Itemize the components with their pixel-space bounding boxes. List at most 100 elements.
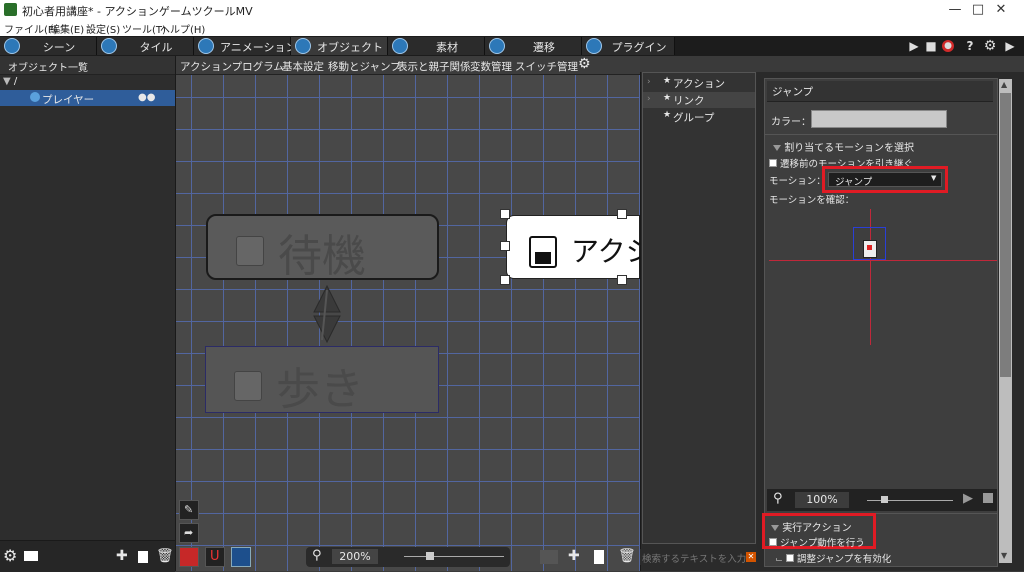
motion-dropdown[interactable]: ジャンプ ▼: [828, 172, 942, 188]
trash-icon[interactable]: 🗑: [156, 549, 174, 563]
link-arrows[interactable]: [310, 284, 344, 344]
object-list-header: オブジェクト一覧: [0, 56, 175, 75]
object-list-toolbar: ⚙ ✚ 🗑: [0, 540, 175, 572]
list-item-action[interactable]: › ★ アクション: [643, 75, 755, 91]
motion-section-header[interactable]: 割り当てるモーションを選択: [773, 139, 914, 154]
tab-scene[interactable]: シーン: [0, 37, 97, 55]
checkbox[interactable]: [769, 159, 777, 167]
checkbox[interactable]: [769, 538, 777, 546]
settings-gear-icon[interactable]: ⚙: [3, 548, 17, 564]
zoom-slider[interactable]: [404, 556, 504, 557]
resize-handle[interactable]: [617, 275, 627, 285]
scroll-down-icon[interactable]: ▼: [1001, 551, 1007, 560]
search-bar: 検索するテキストを入力 ✕: [640, 549, 756, 565]
add-folder-icon[interactable]: ✚: [116, 549, 128, 563]
tab-animation[interactable]: アニメーション: [194, 37, 297, 55]
play-scene-icon[interactable]: ▶: [906, 38, 922, 54]
menu-edit[interactable]: 編集(E): [50, 21, 84, 36]
stop-icon[interactable]: ■: [923, 38, 939, 54]
link-tool-icon[interactable]: ➦: [179, 523, 199, 543]
main-tab-bar: シーン タイル アニメーション オブジェクト 素材 遷移 プラグイン: [0, 36, 1024, 56]
collapse-arrow-icon: [773, 145, 781, 151]
record-icon[interactable]: ●: [942, 40, 954, 52]
action-node-walk[interactable]: 歩き: [205, 346, 439, 415]
magnet-icon[interactable]: U: [205, 547, 225, 567]
motion-preview[interactable]: [769, 207, 997, 347]
zoom-slider-thumb[interactable]: [426, 552, 434, 560]
expand-arrow-icon[interactable]: ▼: [3, 76, 11, 87]
tree-root[interactable]: ▼ /: [3, 76, 17, 87]
object-list-panel: オブジェクト一覧 ▼ / プレイヤー ●● ⚙ ✚ 🗑: [0, 56, 176, 572]
tile-icon: [101, 38, 117, 54]
folder-icon[interactable]: [24, 551, 38, 561]
action-node-selected[interactable]: アクシ: [506, 215, 640, 279]
subtab-action-program[interactable]: アクションプログラム: [180, 59, 284, 74]
menu-help[interactable]: ヘルプ(H): [160, 21, 205, 36]
subtab-variables[interactable]: 変数管理: [470, 59, 512, 74]
clear-search-icon[interactable]: ✕: [746, 552, 756, 562]
highlight-motion: ジャンプ ▼: [822, 166, 948, 193]
dropdown-arrow-icon: ▼: [931, 174, 937, 182]
subtab-display-parent[interactable]: 表示と親子関係: [397, 59, 471, 74]
menu-settings[interactable]: 設定(S): [86, 21, 120, 36]
preview-zoom-slider[interactable]: [867, 500, 953, 501]
adjust-jump-checkbox[interactable]: ⌙ 調整ジャンプを有効化: [775, 551, 891, 565]
list-item-group[interactable]: ★ グループ: [643, 109, 755, 125]
paint-tool-icon[interactable]: [179, 547, 199, 567]
object-item-player[interactable]: プレイヤー ●●: [0, 90, 175, 106]
character-icon: [234, 371, 262, 401]
action-program-canvas[interactable]: 待機 歩き アクシ ✎ ➦ U ⚲ 200% ✚ 🗑: [176, 56, 640, 571]
copy-icon[interactable]: [540, 550, 558, 564]
scroll-up-icon[interactable]: ▲: [1001, 80, 1007, 89]
properties-scrollbar[interactable]: ▲ ▼: [999, 79, 1012, 563]
close-icon[interactable]: ✕: [978, 0, 1024, 20]
new-page-icon[interactable]: [594, 550, 604, 564]
settings-gear-icon[interactable]: ⚙: [982, 38, 998, 54]
zoom-icon[interactable]: ⚲: [312, 549, 322, 563]
help-icon[interactable]: ?: [962, 38, 978, 54]
jump-action-checkbox[interactable]: ジャンプ動作を行う: [769, 535, 865, 549]
trash-icon[interactable]: 🗑: [618, 549, 636, 563]
pen-tool-icon[interactable]: ✎: [179, 500, 199, 520]
resize-handle[interactable]: [500, 275, 510, 285]
settings-gear-icon[interactable]: ⚙: [578, 57, 591, 71]
preview-zoom-bar: ⚲ 100% ▶: [767, 489, 997, 511]
exec-action-section-header[interactable]: 実行アクション: [771, 519, 852, 534]
scrollbar-thumb[interactable]: [1000, 93, 1011, 377]
play-game-icon[interactable]: ▶: [1002, 38, 1018, 54]
collapse-arrow-icon: [771, 525, 779, 531]
chevron-right-icon: ›: [647, 77, 651, 87]
add-object-icon[interactable]: [138, 551, 148, 563]
play-preview-icon[interactable]: ▶: [963, 491, 973, 506]
character-icon: [529, 236, 557, 268]
resize-handle[interactable]: [500, 209, 510, 219]
tab-plugin[interactable]: プラグイン: [582, 37, 675, 55]
grid-toggle-icon[interactable]: [231, 547, 251, 567]
character-icon: [863, 240, 877, 258]
zoom-icon[interactable]: ⚲: [773, 492, 783, 506]
add-icon[interactable]: ✚: [568, 549, 580, 563]
object-icon: [295, 38, 311, 54]
search-input[interactable]: 検索するテキストを入力: [642, 551, 746, 565]
link-action-list: › ★ アクション › ★ リンク ★ グループ: [642, 72, 756, 544]
resize-handle[interactable]: [500, 241, 510, 251]
subtab-move-jump[interactable]: 移動とジャンプ: [328, 59, 401, 74]
resize-handle[interactable]: [617, 209, 627, 219]
highlight-exec-action: 実行アクション ジャンプ動作を行う: [762, 513, 876, 549]
subtab-basic-settings[interactable]: 基本設定: [282, 59, 324, 74]
tab-object[interactable]: オブジェクト: [291, 37, 388, 55]
color-picker[interactable]: [811, 110, 947, 128]
tab-resource[interactable]: 素材: [388, 37, 485, 55]
canvas-zoom-value[interactable]: 200%: [332, 549, 378, 564]
subtab-switches[interactable]: スイッチ管理: [515, 59, 578, 74]
list-item-link[interactable]: › ★ リンク: [643, 92, 755, 108]
tab-transition[interactable]: 遷移: [485, 37, 582, 55]
tab-tile[interactable]: タイル: [97, 37, 194, 55]
plugin-icon: [586, 38, 602, 54]
preview-zoom-value[interactable]: 100%: [795, 492, 849, 508]
preview-zoom-thumb[interactable]: [881, 496, 888, 503]
menu-bar: ファイル(F) 編集(E) 設定(S) ツール(T) ヘルプ(H): [0, 20, 1024, 37]
stop-preview-icon[interactable]: [983, 493, 993, 503]
action-node-idle[interactable]: 待機: [206, 214, 439, 282]
checkbox[interactable]: [786, 554, 794, 562]
